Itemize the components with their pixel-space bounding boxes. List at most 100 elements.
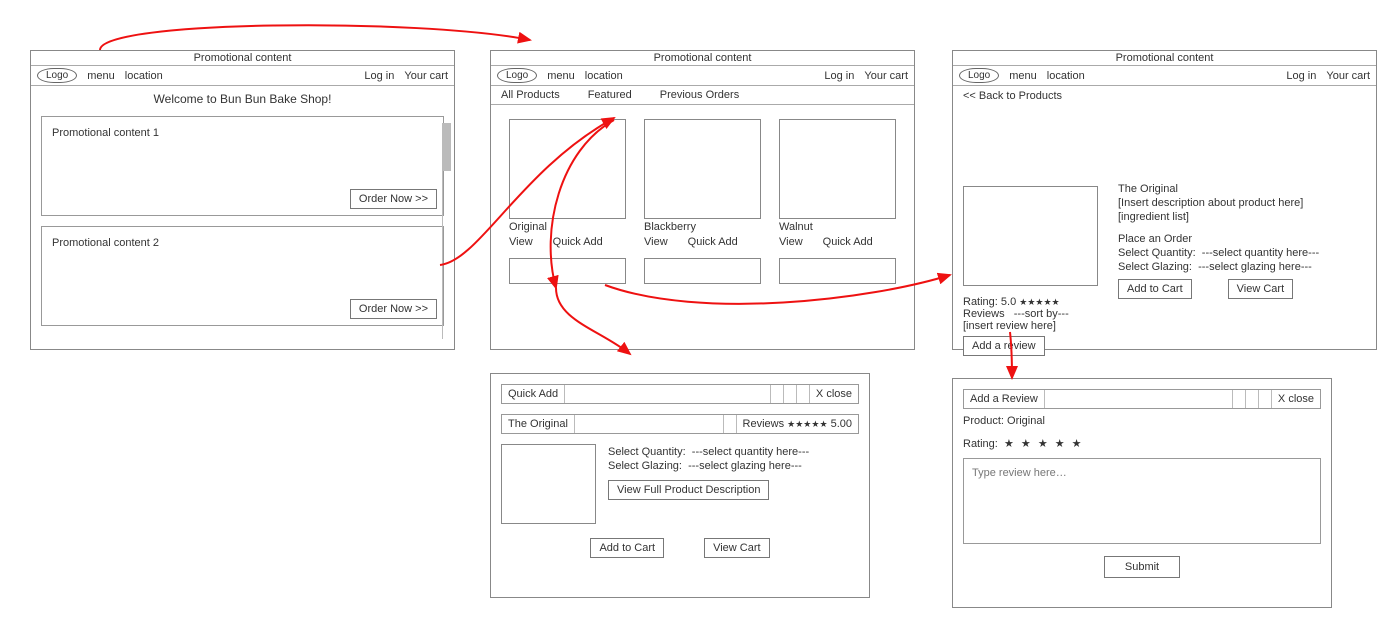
select-quantity-dropdown[interactable]: ---select quantity here--- <box>1202 247 1319 259</box>
product-image <box>501 444 596 524</box>
reviews-label: Reviews <box>743 418 785 430</box>
promo-banner: Promotional content <box>31 51 454 66</box>
rating-number: 5.00 <box>831 418 852 430</box>
promo-banner: Promotional content <box>491 51 914 66</box>
rating-label: Rating: 5.0 <box>963 296 1016 308</box>
main-nav: Logo menu location Log in Your cart <box>31 66 454 86</box>
quick-add-link[interactable]: Quick Add <box>553 236 603 248</box>
main-nav: Logo menu location Log in Your cart <box>491 66 914 86</box>
product-title: The Original <box>1118 183 1366 195</box>
add-to-cart-button[interactable]: Add to Cart <box>590 538 664 558</box>
nav-menu[interactable]: menu <box>547 70 575 82</box>
product-card-original: Original View Quick Add <box>509 119 626 248</box>
star-icons: ★★★★★ <box>1019 297 1059 307</box>
modal-header-strip: Add a Review X close <box>963 389 1321 409</box>
promo-banner: Promotional content <box>953 51 1376 66</box>
add-to-cart-button[interactable]: Add to Cart <box>1118 279 1192 299</box>
nav-location[interactable]: location <box>585 70 623 82</box>
product-image <box>779 258 896 284</box>
modal-product-strip: The Original Reviews ★★★★★ 5.00 <box>501 414 859 434</box>
star-rating-input[interactable]: ★ ★ ★ ★ ★ <box>1004 438 1084 450</box>
select-glazing-dropdown[interactable]: ---select glazing here--- <box>688 460 802 472</box>
product-card-blackberry: Blackberry View Quick Add <box>644 119 761 248</box>
nav-location[interactable]: location <box>125 70 163 82</box>
welcome-heading: Welcome to Bun Bun Bake Shop! <box>31 86 454 106</box>
product-detail-screen: Promotional content Logo menu location L… <box>952 50 1377 350</box>
select-quantity-label: Select Quantity: <box>608 446 686 458</box>
rating-label: Rating: <box>963 438 998 450</box>
product-image <box>509 258 626 284</box>
nav-menu[interactable]: menu <box>1009 70 1037 82</box>
select-quantity-dropdown[interactable]: ---select quantity here--- <box>692 446 809 458</box>
add-review-modal: Add a Review X close Product: Original R… <box>952 378 1332 608</box>
main-nav: Logo menu location Log in Your cart <box>953 66 1376 86</box>
view-link[interactable]: View <box>779 236 803 248</box>
nav-menu[interactable]: menu <box>87 70 115 82</box>
place-order-heading: Place an Order <box>1118 233 1366 245</box>
logo[interactable]: Logo <box>497 68 537 83</box>
modal-title: Add a Review <box>964 390 1045 408</box>
product-name: Walnut <box>779 221 896 233</box>
product-image <box>779 119 896 219</box>
promo-card-2: Promotional content 2 Order Now >> <box>41 226 444 326</box>
modal-title: Quick Add <box>502 385 565 403</box>
product-grid-row2 <box>491 252 914 296</box>
home-screen: Promotional content Logo menu location L… <box>30 50 455 350</box>
listing-tabs: All Products Featured Previous Orders <box>491 86 914 105</box>
nav-login[interactable]: Log in <box>1286 70 1316 82</box>
product-list-screen: Promotional content Logo menu location L… <box>490 50 915 350</box>
promo-card-1: Promotional content 1 Order Now >> <box>41 116 444 216</box>
product-image <box>644 119 761 219</box>
review-text: [insert review here] <box>963 320 1069 332</box>
product-name: Blackberry <box>644 221 761 233</box>
nav-location[interactable]: location <box>1047 70 1085 82</box>
quick-add-modal: Quick Add X close The Original Reviews ★… <box>490 373 870 598</box>
order-now-button-2[interactable]: Order Now >> <box>350 299 437 319</box>
product-card-walnut: Walnut View Quick Add <box>779 119 896 248</box>
logo[interactable]: Logo <box>959 68 999 83</box>
promo-card-2-text: Promotional content 2 <box>52 237 159 249</box>
close-button[interactable]: X close <box>810 385 858 403</box>
product-description: [Insert description about product here] <box>1118 197 1366 209</box>
nav-cart[interactable]: Your cart <box>404 70 448 82</box>
nav-login[interactable]: Log in <box>364 70 394 82</box>
select-glazing-dropdown[interactable]: ---select glazing here--- <box>1198 261 1312 273</box>
product-name: Original <box>509 221 626 233</box>
select-quantity-label: Select Quantity: <box>1118 247 1196 259</box>
view-cart-button[interactable]: View Cart <box>704 538 769 558</box>
back-link[interactable]: << Back to Products <box>953 86 1376 106</box>
submit-button[interactable]: Submit <box>1104 556 1180 578</box>
modal-header-strip: Quick Add X close <box>501 384 859 404</box>
view-link[interactable]: View <box>509 236 533 248</box>
star-icons: ★★★★★ <box>787 419 827 429</box>
product-image <box>644 258 761 284</box>
reviews-label: Reviews <box>963 308 1005 320</box>
tab-featured[interactable]: Featured <box>588 89 632 101</box>
select-glazing-label: Select Glazing: <box>608 460 682 472</box>
ingredient-list: [ingredient list] <box>1118 211 1366 223</box>
product-label: Product: Original <box>963 415 1321 427</box>
add-review-button[interactable]: Add a review <box>963 336 1045 356</box>
tab-previous-orders[interactable]: Previous Orders <box>660 89 739 101</box>
order-now-button-1[interactable]: Order Now >> <box>350 189 437 209</box>
close-button[interactable]: X close <box>1272 390 1320 408</box>
view-link[interactable]: View <box>644 236 668 248</box>
product-image <box>509 119 626 219</box>
quick-add-link[interactable]: Quick Add <box>823 236 873 248</box>
nav-cart[interactable]: Your cart <box>864 70 908 82</box>
promo-card-1-text: Promotional content 1 <box>52 127 159 139</box>
nav-cart[interactable]: Your cart <box>1326 70 1370 82</box>
select-glazing-label: Select Glazing: <box>1118 261 1192 273</box>
view-cart-button[interactable]: View Cart <box>1228 279 1293 299</box>
logo[interactable]: Logo <box>37 68 77 83</box>
sort-by-dropdown[interactable]: ---sort by--- <box>1014 308 1069 320</box>
scrollbar[interactable] <box>442 123 451 339</box>
product-grid: Original View Quick Add Blackberry View … <box>491 105 914 252</box>
product-image-large <box>963 186 1098 286</box>
quick-add-link[interactable]: Quick Add <box>688 236 738 248</box>
nav-login[interactable]: Log in <box>824 70 854 82</box>
modal-product-name: The Original <box>502 415 575 433</box>
view-full-description-button[interactable]: View Full Product Description <box>608 480 769 500</box>
review-textarea[interactable]: Type review here… <box>963 458 1321 544</box>
tab-all-products[interactable]: All Products <box>501 89 560 101</box>
